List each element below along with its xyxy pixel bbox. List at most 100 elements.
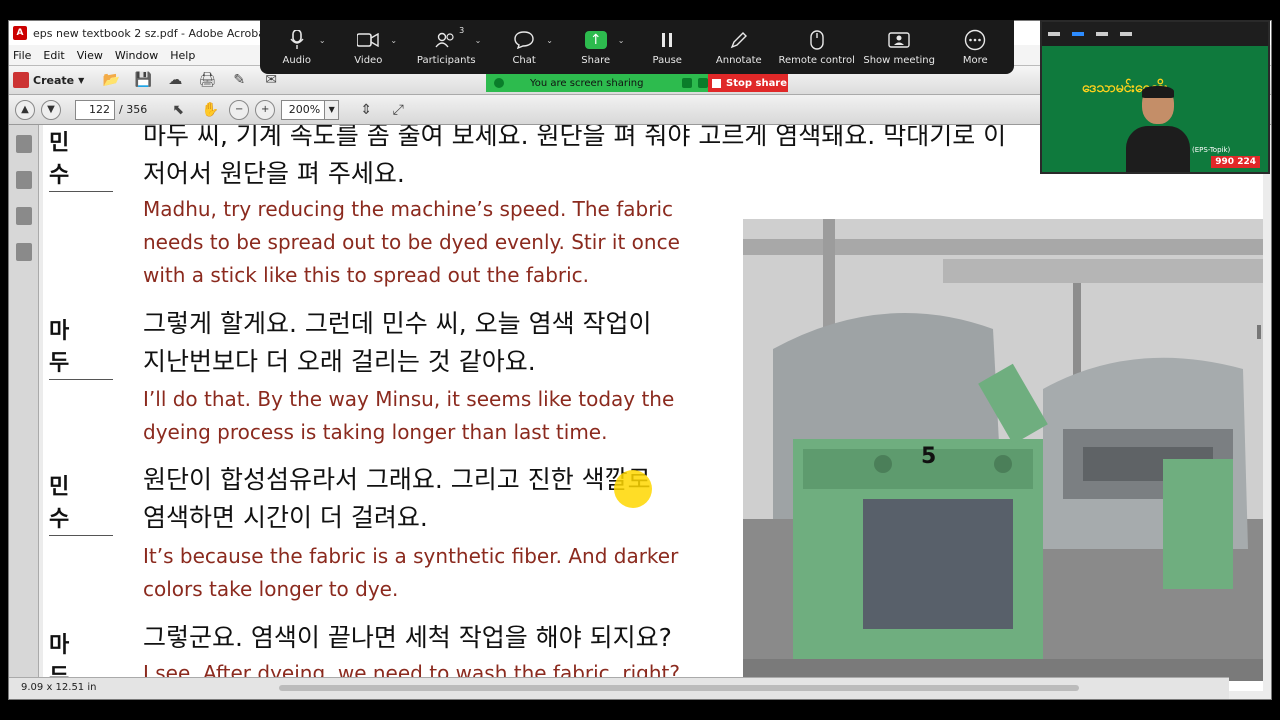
bookmarks-icon[interactable] (15, 171, 32, 189)
chevron-down-icon[interactable]: ⌄ (546, 36, 553, 45)
create-label: Create (33, 73, 75, 87)
mouse-icon (806, 29, 828, 51)
stop-share-button[interactable]: Stop share (708, 74, 788, 92)
remote-control-button[interactable]: Remote control (778, 20, 856, 74)
sharing-status-text: You are screen sharing (530, 77, 644, 89)
select-tool-icon[interactable]: ⬉ (165, 99, 191, 121)
save-icon[interactable]: 💾 (130, 69, 156, 91)
chevron-down-icon[interactable]: ⌄ (618, 36, 625, 45)
korean-line: 지난번보다 더 오래 걸리는 것 같아요. (143, 347, 536, 376)
grid-view-icon[interactable] (1120, 32, 1132, 36)
page-size: 9.09 x 12.51 in (21, 682, 97, 693)
zoom-out-button[interactable]: − (229, 99, 250, 120)
korean-line: 저어서 원단을 펴 주세요. (143, 159, 405, 188)
stop-icon (712, 78, 721, 88)
show-meeting-button[interactable]: Show meeting (862, 20, 937, 74)
gallery-view-icon[interactable] (1096, 32, 1108, 36)
more-icon (964, 29, 986, 51)
english-line: It’s because the fabric is a synthetic f… (143, 544, 679, 568)
audio-button[interactable]: Audio ⌄ (264, 20, 330, 74)
video-phone: 990 224 (1211, 156, 1260, 168)
more-button[interactable]: More (942, 20, 1008, 74)
upload-icon[interactable]: ☁ (162, 69, 188, 91)
chevron-down-icon[interactable]: ⌄ (475, 36, 482, 45)
menu-window[interactable]: Window (115, 49, 158, 62)
zoom-level-input[interactable]: 200% (281, 99, 326, 120)
english-line: colors take longer to dye. (143, 577, 399, 601)
document-page: 민 수 마두 씨, 기계 속도를 좀 줄여 보세요. 원단을 펴 줘야 고르게 … (43, 125, 1263, 691)
volume-icon[interactable] (682, 78, 692, 88)
page-number-input[interactable]: 122 (75, 99, 115, 120)
print-icon[interactable]: 🖨 (194, 69, 220, 91)
next-page-button[interactable]: ▼ (41, 99, 61, 120)
share-icon: ↑ (584, 29, 607, 51)
speaker-label: 마 두 (49, 313, 113, 380)
create-button[interactable]: Create ▼ (13, 72, 84, 88)
chat-label: Chat (512, 54, 536, 66)
presenter-avatar (1126, 86, 1190, 172)
english-line: needs to be spread out to be dyed evenly… (143, 230, 680, 254)
english-line: dyeing process is taking longer than las… (143, 420, 608, 444)
attachments-icon[interactable] (15, 207, 32, 225)
speaker-view-icon[interactable] (1072, 32, 1084, 36)
vertical-scroll-thumb[interactable] (1257, 325, 1261, 339)
screen-sharing-indicator: You are screen sharing (486, 74, 708, 92)
english-line: Madhu, try reducing the machine’s speed.… (143, 197, 673, 221)
show-meeting-icon (888, 29, 910, 51)
share-button[interactable]: ↑ Share ⌄ (563, 20, 629, 74)
participants-label: Participants (416, 54, 476, 66)
chat-button[interactable]: Chat ⌄ (491, 20, 557, 74)
participant-video[interactable]: ဒေသာမင်းဝေကိုး (EPS-Topik) 990 224 (1040, 20, 1270, 174)
korean-line: 마두 씨, 기계 속도를 좀 줄여 보세요. 원단을 펴 줘야 고르게 염색돼요… (143, 125, 1007, 150)
pencil-icon (728, 29, 750, 51)
window-title: eps new textbook 2 sz.pdf - Adobe Acroba… (33, 26, 291, 40)
open-folder-icon[interactable]: 📂 (98, 69, 124, 91)
prev-page-button[interactable]: ▲ (15, 99, 35, 120)
dyeing-machine-photo: 5 (743, 219, 1263, 681)
pause-label: Pause (652, 54, 682, 66)
minimize-icon[interactable] (1048, 32, 1060, 36)
participants-button[interactable]: 3 Participants ⌄ (407, 20, 485, 74)
shield-icon (698, 78, 708, 88)
signatures-icon[interactable] (15, 243, 32, 261)
more-label: More (962, 54, 988, 66)
pause-icon (656, 29, 678, 51)
acrobat-icon: A (13, 26, 27, 40)
cursor-highlight (614, 470, 652, 508)
chat-icon (513, 29, 535, 51)
speaker-label: 민 수 (49, 469, 113, 536)
microphone-icon (286, 29, 308, 51)
pause-button[interactable]: Pause (634, 20, 700, 74)
video-tag: (EPS-Topik) (1192, 146, 1231, 154)
video-button[interactable]: Video ⌄ (336, 20, 402, 74)
english-line: with a stick like this to spread out the… (143, 263, 590, 287)
annotate-button[interactable]: Annotate (706, 20, 772, 74)
zoom-in-button[interactable]: + (255, 99, 276, 120)
share-label: Share (581, 54, 611, 66)
machine-illustration: 5 (743, 219, 1263, 681)
menu-edit[interactable]: Edit (43, 49, 64, 62)
video-label: Video (354, 54, 383, 66)
stop-share-label: Stop share (726, 77, 788, 89)
hand-tool-icon[interactable]: ✋ (197, 99, 223, 121)
page-thumbnails-icon[interactable] (15, 135, 32, 153)
sharing-drag-icon[interactable] (494, 78, 504, 88)
menu-help[interactable]: Help (170, 49, 195, 62)
audio-label: Audio (282, 54, 311, 66)
horizontal-scrollbar[interactable] (279, 685, 1079, 691)
navigation-pane (9, 125, 39, 699)
zoom-dropdown[interactable]: ▼ (325, 99, 340, 120)
korean-line: 원단이 합성섬유라서 그래요. 그리고 진한 색깔로 (143, 465, 651, 494)
menu-view[interactable]: View (77, 49, 103, 62)
create-icon (13, 72, 29, 88)
edit-icon[interactable]: ✎ (226, 69, 252, 91)
remote-control-label: Remote control (778, 54, 855, 66)
korean-line: 염색하면 시간이 더 걸려요. (143, 503, 428, 532)
menu-file[interactable]: File (13, 49, 31, 62)
chevron-down-icon[interactable]: ⌄ (319, 36, 326, 45)
fit-width-icon[interactable]: ⤢ (385, 99, 411, 121)
fit-page-icon[interactable]: ⇕ (353, 99, 379, 121)
annotate-label: Annotate (715, 54, 762, 66)
camera-icon (357, 29, 380, 51)
chevron-down-icon[interactable]: ⌄ (390, 36, 397, 45)
